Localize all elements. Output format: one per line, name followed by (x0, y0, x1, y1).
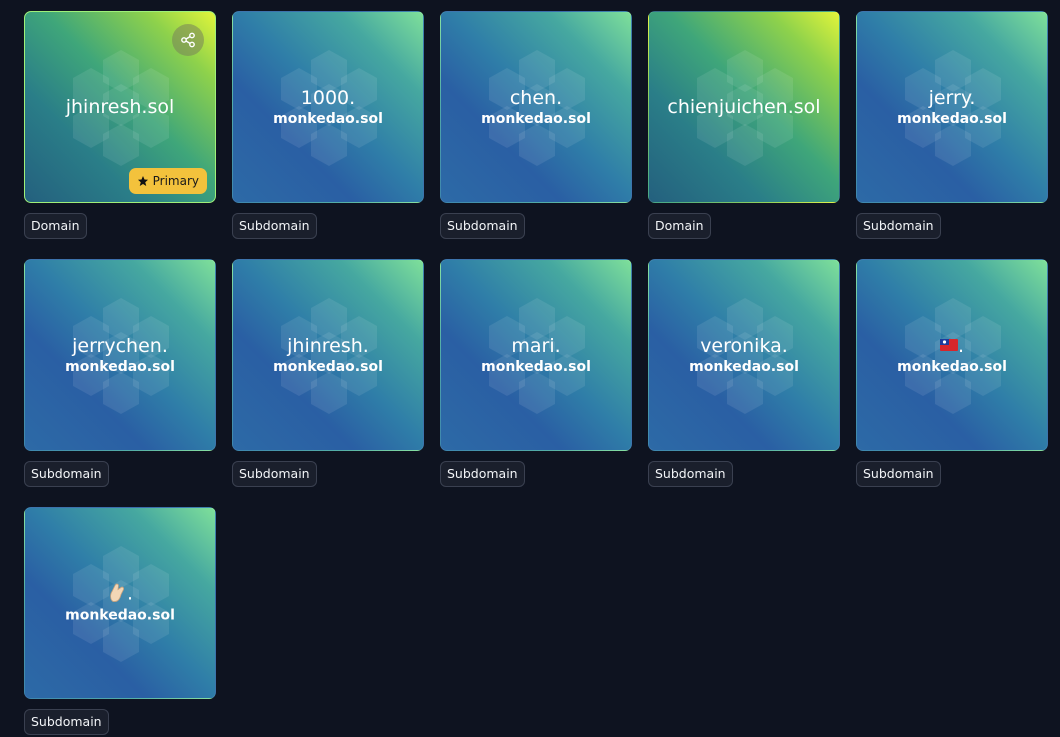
domain-item: chienjuichen.sol Domain (648, 11, 840, 239)
domain-type-chip: Subdomain (232, 461, 317, 487)
domain-type-chip: Subdomain (232, 213, 317, 239)
domain-name: jerry. (928, 87, 976, 109)
domain-item: veronika. monkedao.sol Subdomain (648, 259, 840, 487)
domain-type-chip: Subdomain (856, 213, 941, 239)
domain-card[interactable]: jhinresh. monkedao.sol (232, 259, 424, 451)
parent-domain: monkedao.sol (897, 111, 1007, 127)
domain-card[interactable]: jerrychen. monkedao.sol (24, 259, 216, 451)
primary-badge-label: Primary (152, 174, 199, 188)
domain-type-chip: Subdomain (648, 461, 733, 487)
domain-card[interactable]: . monkedao.sol (856, 259, 1048, 451)
domain-name: veronika. (700, 335, 788, 357)
domain-item: jhinresh.sol Primary Domain (24, 11, 216, 239)
taiwan-flag-icon (939, 339, 958, 351)
parent-domain: monkedao.sol (897, 359, 1007, 375)
domain-type-chip: Domain (648, 213, 711, 239)
parent-domain: monkedao.sol (481, 359, 591, 375)
parent-domain: monkedao.sol (689, 359, 799, 375)
domain-item: mari. monkedao.sol Subdomain (440, 259, 632, 487)
domain-item: 1000. monkedao.sol Subdomain (232, 11, 424, 239)
domain-card[interactable]: jerry. monkedao.sol (856, 11, 1048, 203)
domain-type-chip: Subdomain (24, 709, 109, 735)
domain-item: jerrychen. monkedao.sol Subdomain (24, 259, 216, 487)
domain-item: . monkedao.sol Subdomain (856, 259, 1048, 487)
domain-name: chen. (509, 87, 563, 109)
domain-item: jhinresh. monkedao.sol Subdomain (232, 259, 424, 487)
domain-name: jhinresh. (287, 335, 369, 357)
domain-item: . monkedao.sol Subdomain (24, 507, 216, 735)
domain-name: mari. (511, 335, 561, 357)
star-icon (137, 176, 148, 186)
primary-badge: Primary (128, 168, 207, 194)
domain-card[interactable]: mari. monkedao.sol (440, 259, 632, 451)
domain-item: jerry. monkedao.sol Subdomain (856, 11, 1048, 239)
domain-name: chienjuichen.sol (667, 96, 821, 118)
domain-name: . (957, 335, 965, 357)
domain-card[interactable]: chen. monkedao.sol (440, 11, 632, 203)
domain-type-chip: Domain (24, 213, 87, 239)
domain-type-chip: Subdomain (440, 213, 525, 239)
parent-domain: monkedao.sol (273, 359, 383, 375)
domain-type-chip: Subdomain (856, 461, 941, 487)
domain-name: . (126, 582, 134, 605)
domain-card[interactable]: 1000. monkedao.sol (232, 11, 424, 203)
domain-item: chen. monkedao.sol Subdomain (440, 11, 632, 239)
domain-type-chip: Subdomain (440, 461, 525, 487)
pinched-fingers-hand-icon (110, 583, 124, 602)
domains-grid: jhinresh.sol Primary Domain 1000. monked… (0, 0, 1060, 737)
domain-card[interactable]: . monkedao.sol (24, 507, 216, 699)
parent-domain: monkedao.sol (273, 111, 383, 127)
domain-type-chip: Subdomain (24, 461, 109, 487)
domain-card[interactable]: chienjuichen.sol (648, 11, 840, 203)
domain-name: jhinresh.sol (65, 96, 175, 118)
domain-name: 1000. (300, 87, 356, 109)
domain-card[interactable]: jhinresh.sol Primary (24, 11, 216, 203)
domain-card[interactable]: veronika. monkedao.sol (648, 259, 840, 451)
parent-domain: monkedao.sol (65, 607, 175, 624)
parent-domain: monkedao.sol (65, 359, 175, 375)
share-button[interactable] (172, 24, 204, 56)
share-icon (181, 32, 195, 48)
parent-domain: monkedao.sol (481, 111, 591, 127)
domain-name: jerrychen. (72, 335, 168, 357)
